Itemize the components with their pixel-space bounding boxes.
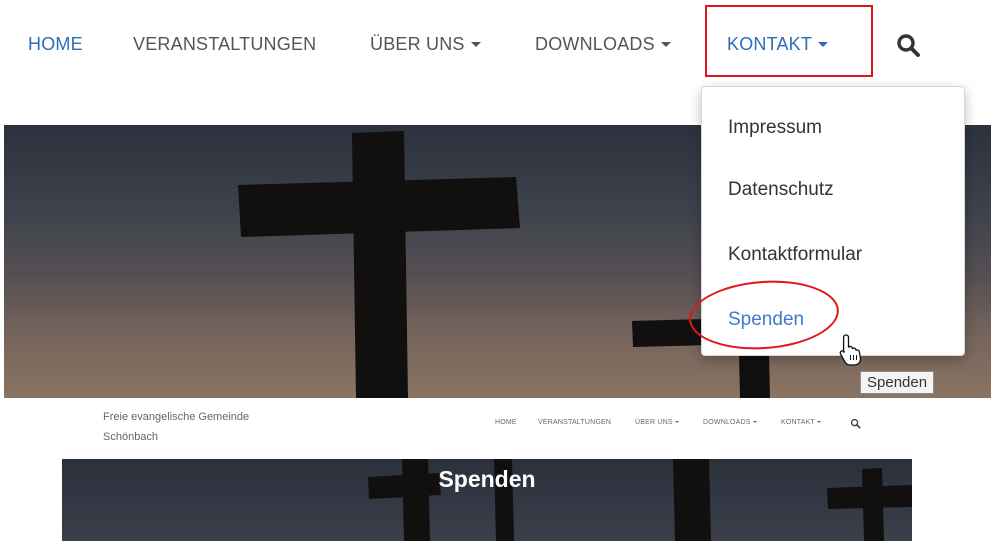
small-nav-downloads-label: DOWNLOADS bbox=[703, 419, 751, 426]
page-title: Spenden bbox=[438, 466, 536, 492]
small-nav-home[interactable]: HOME bbox=[495, 419, 517, 426]
dropdown-item-kontaktformular[interactable]: Kontaktformular bbox=[728, 244, 862, 266]
search-icon[interactable] bbox=[850, 418, 861, 429]
small-nav-kontakt[interactable]: KONTAKT bbox=[781, 419, 821, 426]
nav-downloads[interactable]: DOWNLOADS bbox=[535, 34, 671, 55]
dropdown-item-impressum[interactable]: Impressum bbox=[728, 117, 822, 139]
hand-pointer-cursor-icon bbox=[839, 334, 862, 366]
small-nav-downloads[interactable]: DOWNLOADS bbox=[703, 419, 757, 426]
chevron-down-icon bbox=[752, 421, 757, 423]
nav-veranstaltungen[interactable]: VERANSTALTUNGEN bbox=[133, 34, 316, 55]
chevron-down-icon bbox=[470, 42, 481, 47]
highlight-box-annotation bbox=[705, 5, 873, 77]
nav-home[interactable]: HOME bbox=[28, 34, 83, 55]
chevron-down-icon bbox=[674, 421, 679, 423]
chevron-down-icon bbox=[816, 421, 821, 423]
nav-downloads-label: DOWNLOADS bbox=[535, 34, 655, 54]
tooltip: Spenden bbox=[860, 371, 935, 394]
nav-ueber-uns-label: ÜBER UNS bbox=[370, 34, 465, 54]
small-navigation: HOME VERANSTALTUNGEN ÜBER UNS DOWNLOADS … bbox=[0, 419, 991, 433]
small-nav-ueber-uns-label: ÜBER UNS bbox=[635, 419, 673, 426]
search-icon[interactable] bbox=[896, 33, 922, 59]
dropdown-item-datenschutz[interactable]: Datenschutz bbox=[728, 179, 834, 201]
small-nav-veranstaltungen[interactable]: VERANSTALTUNGEN bbox=[538, 419, 611, 426]
small-nav-kontakt-label: KONTAKT bbox=[781, 419, 815, 426]
nav-ueber-uns[interactable]: ÜBER UNS bbox=[370, 34, 481, 55]
small-nav-ueber-uns[interactable]: ÜBER UNS bbox=[635, 419, 679, 426]
chevron-down-icon bbox=[660, 42, 671, 47]
top-navigation: HOME VERANSTALTUNGEN ÜBER UNS DOWNLOADS … bbox=[0, 0, 991, 92]
